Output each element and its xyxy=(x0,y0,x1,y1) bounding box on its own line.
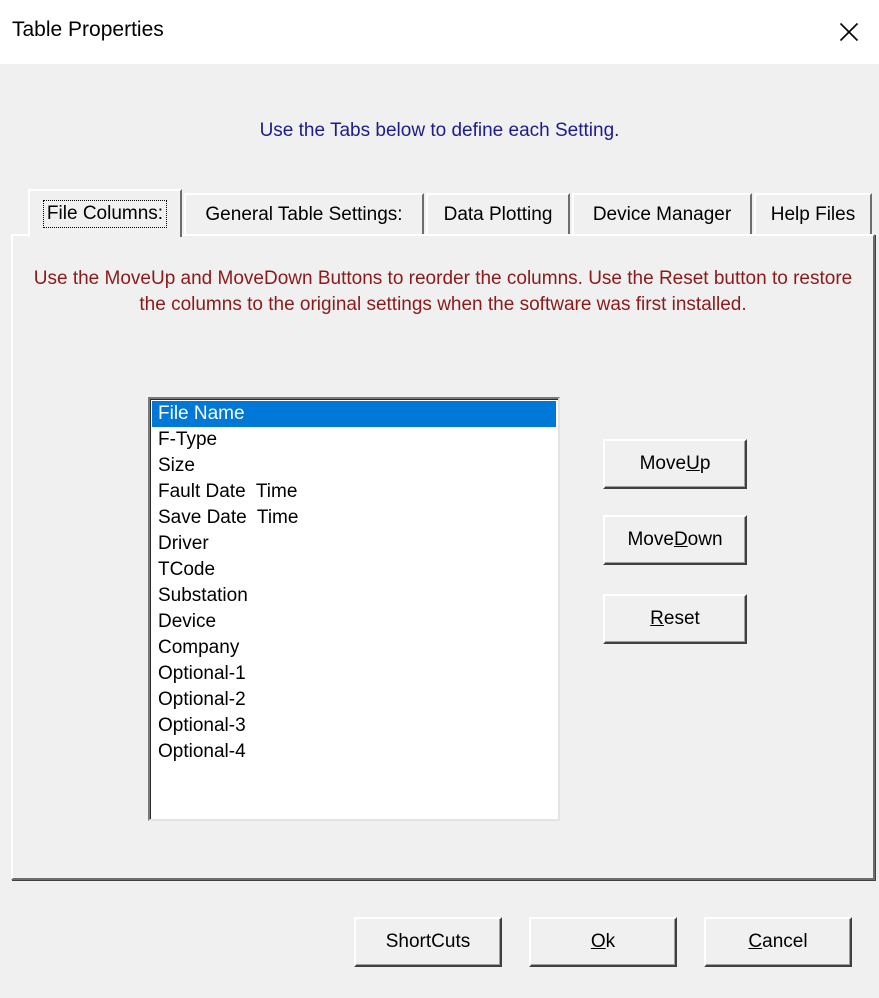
columns-list: File Name F-Type Size Fault Date Time Save D… xyxy=(150,399,558,765)
list-item[interactable]: Optional-4 xyxy=(152,739,556,765)
close-icon xyxy=(839,22,859,42)
reset-button[interactable]: Reset xyxy=(603,594,747,644)
list-item[interactable]: F-Type xyxy=(152,427,556,453)
panel-description: Use the MoveUp and MoveDown Buttons to r… xyxy=(33,268,853,315)
tab-label: File Columns: xyxy=(42,200,168,228)
list-item[interactable]: Device xyxy=(152,609,556,635)
move-up-button[interactable]: Move Up xyxy=(603,439,747,489)
tab-file-columns[interactable]: File Columns: xyxy=(28,189,182,237)
window-title: Table Properties xyxy=(12,18,164,41)
columns-listbox[interactable]: File Name F-Type Size Fault Date Time Save D… xyxy=(148,397,560,821)
shortcuts-button[interactable]: ShortCuts xyxy=(354,917,502,967)
ok-button[interactable]: Ok xyxy=(529,917,677,967)
close-button[interactable] xyxy=(819,0,879,64)
list-item[interactable]: Substation xyxy=(152,583,556,609)
list-item[interactable]: Optional-3 xyxy=(152,713,556,739)
move-down-button[interactable]: Move Down xyxy=(603,515,747,565)
instructions-text: Use the Tabs below to define each Settin… xyxy=(259,120,620,141)
tab-label: General Table Settings: xyxy=(205,204,403,225)
cancel-button[interactable]: Cancel xyxy=(704,917,852,967)
tab-label: Device Manager xyxy=(592,204,732,225)
list-item[interactable]: Company xyxy=(152,635,556,661)
tab-device-manager[interactable]: Device Manager xyxy=(572,193,752,235)
tab-label: Help Files xyxy=(770,204,856,225)
list-item[interactable]: Size xyxy=(152,453,556,479)
list-item[interactable]: TCode xyxy=(152,557,556,583)
list-item[interactable]: Optional-1 xyxy=(152,661,556,687)
list-item[interactable]: Driver xyxy=(152,531,556,557)
list-item[interactable]: File Name xyxy=(152,401,556,427)
tab-data-plotting[interactable]: Data Plotting xyxy=(426,193,570,235)
list-item[interactable]: Fault Date Time xyxy=(152,479,556,505)
title-bar: Table Properties xyxy=(0,0,879,64)
list-item[interactable]: Save Date Time xyxy=(152,505,556,531)
tab-general-table-settings[interactable]: General Table Settings: xyxy=(184,193,424,235)
list-item[interactable]: Optional-2 xyxy=(152,687,556,713)
tab-label: Data Plotting xyxy=(443,204,553,225)
file-columns-panel: Use the MoveUp and MoveDown Buttons to r… xyxy=(11,234,875,880)
tab-help-files[interactable]: Help Files xyxy=(754,193,872,235)
